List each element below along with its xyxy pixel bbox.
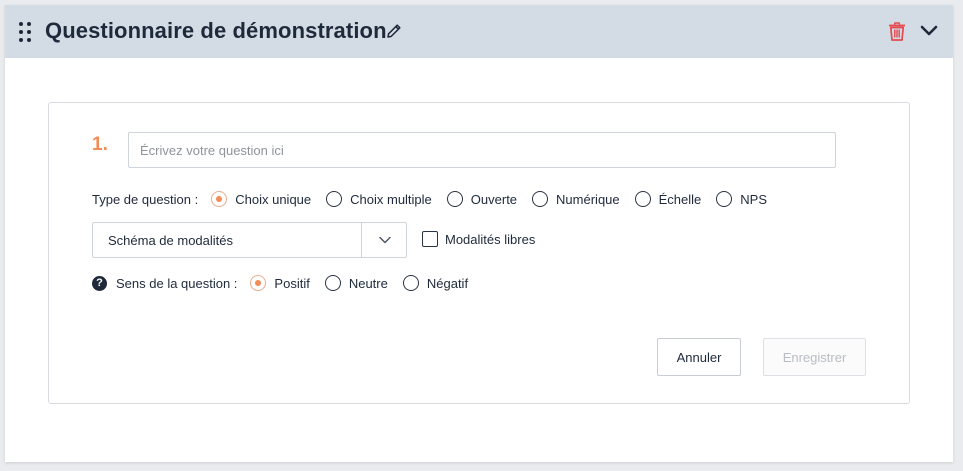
chevron-down-icon[interactable] <box>919 24 939 38</box>
radio-circle[interactable] <box>634 191 651 207</box>
help-icon[interactable]: ? <box>92 275 107 291</box>
radio-circle[interactable] <box>532 191 549 207</box>
save-button[interactable]: Enregistrer <box>763 338 866 376</box>
question-sens-group: ? Sens de la question : Positif Neutre N… <box>92 274 483 292</box>
radio-label: Choix unique <box>235 191 312 207</box>
question-number: 1. <box>92 134 108 155</box>
schema-select-value: Schéma de modalités <box>108 233 234 248</box>
radio-circle[interactable] <box>324 275 341 291</box>
radio-choix-unique[interactable]: Choix unique <box>211 191 311 207</box>
radio-circle[interactable] <box>716 191 733 207</box>
radio-label: NPS <box>740 191 768 207</box>
question-type-group: Type de question : Choix unique Choix mu… <box>92 190 782 208</box>
radio-label: Négatif <box>426 275 469 291</box>
trash-icon[interactable] <box>888 22 906 41</box>
question-type-label: Type de question : <box>92 191 199 207</box>
radio-circle[interactable] <box>402 275 419 291</box>
radio-circle[interactable] <box>326 191 343 207</box>
radio-label: Ouverte <box>470 191 518 207</box>
radio-choix-multiple[interactable]: Choix multiple <box>326 191 432 207</box>
question-sens-label: Sens de la question : <box>116 275 238 291</box>
radio-nps[interactable]: NPS <box>716 191 767 207</box>
radio-ouverte[interactable]: Ouverte <box>446 191 518 207</box>
radio-positif[interactable]: Positif <box>250 275 310 291</box>
questionnaire-panel: Questionnaire de démonstration 1. Type d… <box>5 5 953 462</box>
radio-numerique[interactable]: Numérique <box>532 191 620 207</box>
radio-echelle[interactable]: Échelle <box>634 191 702 207</box>
radio-label: Neutre <box>348 275 388 291</box>
radio-label: Choix multiple <box>350 191 432 207</box>
panel-title: Questionnaire de démonstration <box>45 18 387 43</box>
drag-handle-icon[interactable] <box>19 22 31 42</box>
schema-select[interactable]: Schéma de modalités <box>92 222 407 258</box>
radio-label: Positif <box>274 275 310 291</box>
question-card: 1. Type de question : Choix unique Choix… <box>48 102 910 404</box>
radio-circle[interactable] <box>446 191 463 207</box>
radio-circle[interactable] <box>250 275 267 291</box>
radio-circle[interactable] <box>211 191 228 207</box>
free-modalities-label: Modalités libres <box>445 231 536 247</box>
radio-neutre[interactable]: Neutre <box>324 275 388 291</box>
panel-header: Questionnaire de démonstration <box>5 5 953 58</box>
radio-negatif[interactable]: Négatif <box>402 275 469 291</box>
pencil-icon[interactable] <box>385 22 403 40</box>
checkbox-box[interactable] <box>422 231 438 247</box>
radio-label: Échelle <box>658 191 702 207</box>
chevron-down-icon[interactable] <box>378 235 392 245</box>
question-input[interactable] <box>128 132 836 168</box>
radio-label: Numérique <box>556 191 620 207</box>
cancel-button[interactable]: Annuler <box>657 338 741 376</box>
free-modalities-checkbox[interactable]: Modalités libres <box>422 231 535 247</box>
select-divider <box>361 223 362 257</box>
